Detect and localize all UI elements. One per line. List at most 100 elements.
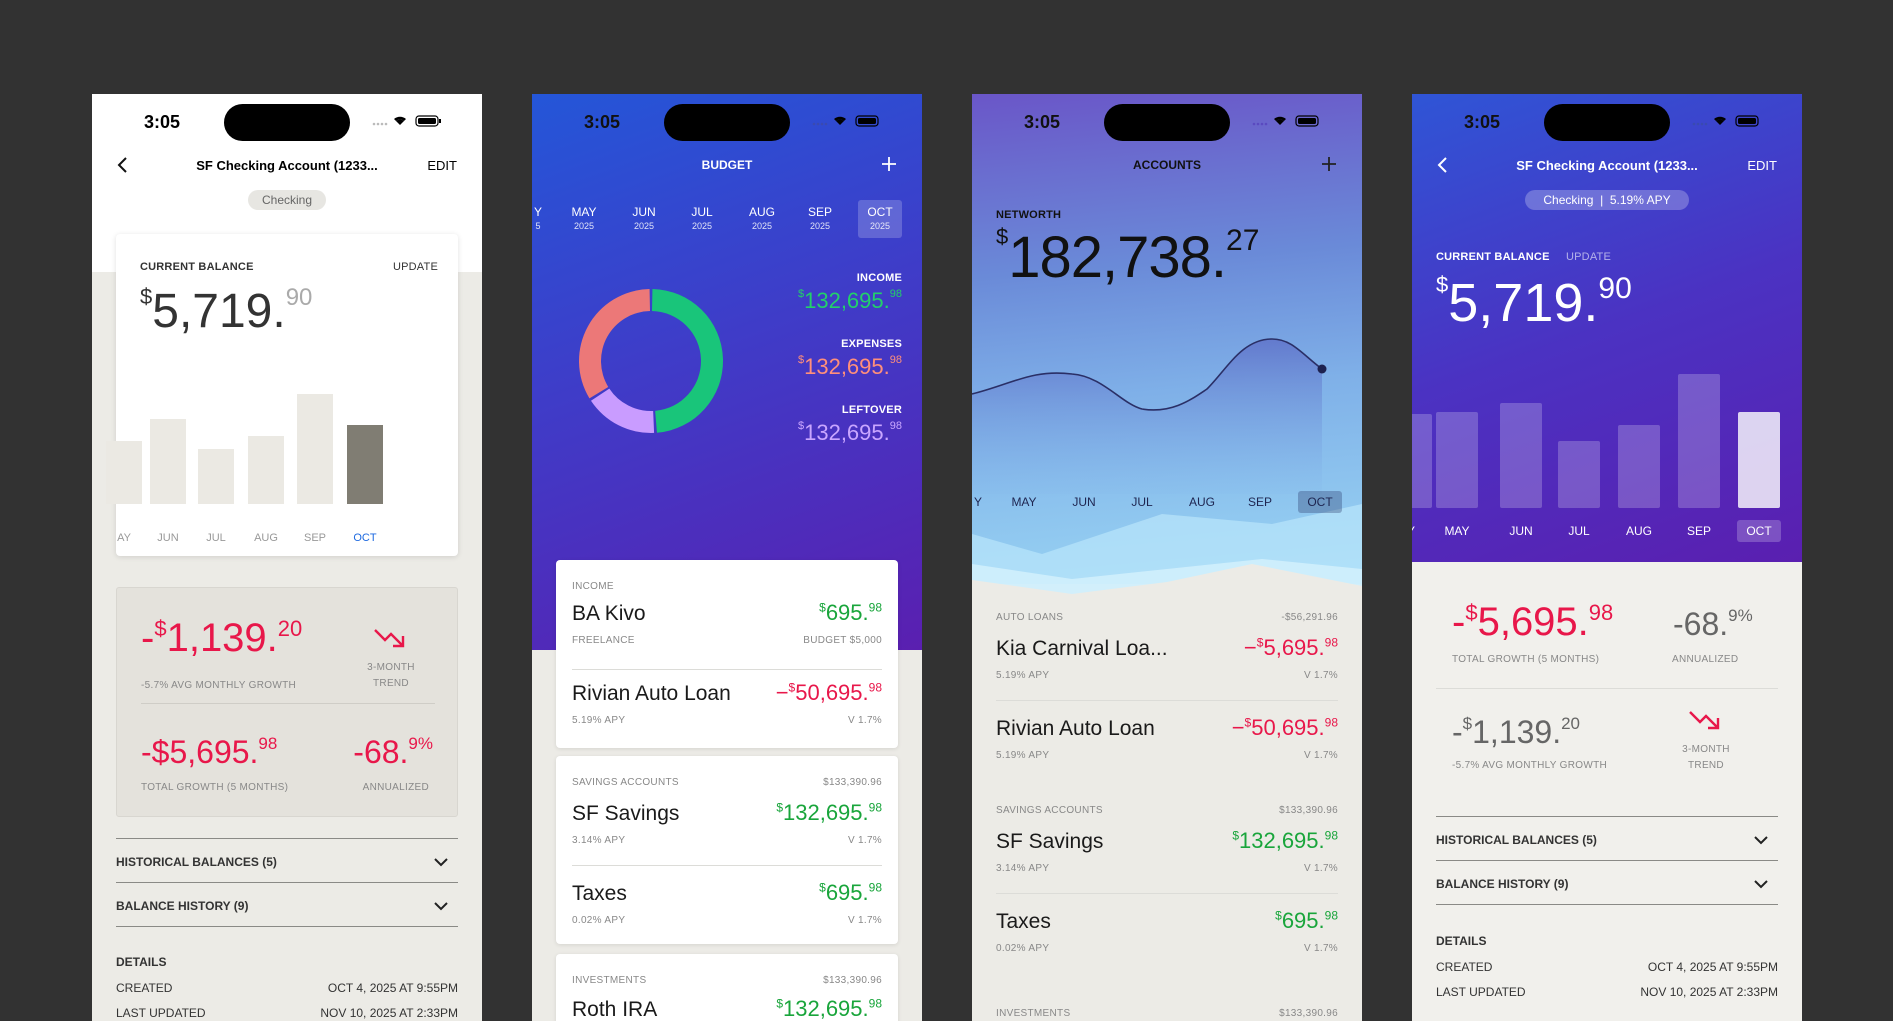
update-button[interactable]: UPDATE — [1566, 251, 1611, 263]
row-title[interactable]: BA Kivo — [572, 602, 646, 626]
month-tab[interactable]: JUL — [1120, 491, 1164, 513]
status-icons — [1692, 115, 1759, 127]
checking-account-screen-dark: 3:05 SF Checking Account (1233... EDIT C… — [1412, 94, 1802, 1021]
balance-history-toggle[interactable]: BALANCE HISTORY (9) — [116, 899, 248, 913]
historical-balances-toggle[interactable]: HISTORICAL BALANCES (5) — [116, 855, 277, 869]
growth-panel: -$1,139.20 -5.7% AVG MONTHLY GROWTH 3-MO… — [116, 587, 458, 817]
month-tab[interactable]: SEP — [1238, 491, 1282, 513]
income-slice[interactable] — [651, 289, 723, 433]
balance-bar[interactable] — [248, 436, 284, 504]
edit-button[interactable]: EDIT — [427, 158, 457, 173]
row-title[interactable]: Rivian Auto Loan — [572, 682, 731, 706]
account-type-chip: Checking — [248, 190, 326, 210]
page-title: SF Checking Account (1233... — [196, 158, 378, 173]
chevron-down-icon[interactable] — [434, 855, 448, 869]
edit-button[interactable]: EDIT — [1747, 158, 1777, 173]
month-name: SEP — [807, 205, 832, 219]
row-amount: $132,695.98 — [776, 800, 882, 825]
month-tab[interactable]: Y — [972, 491, 1000, 513]
card-total: $133,390.96 — [823, 975, 882, 986]
savings-card: SAVINGS ACCOUNTS $133,390.96 SF Savings … — [556, 756, 898, 944]
month-tab[interactable]: AUG — [1180, 491, 1224, 513]
month-label[interactable]: MAY — [1435, 520, 1479, 542]
balance-history-toggle[interactable]: BALANCE HISTORY (9) — [1436, 877, 1568, 891]
balance-bar[interactable] — [1738, 412, 1780, 508]
divider — [1436, 904, 1778, 905]
expenses-slice[interactable] — [579, 289, 651, 399]
chevron-down-icon[interactable] — [1754, 877, 1768, 891]
row-meta: V 1.7% — [847, 715, 882, 726]
row-title[interactable]: Rivian Auto Loan — [996, 717, 1155, 741]
chevron-down-icon[interactable] — [434, 899, 448, 913]
month-tab[interactable]: JUN 2025 — [622, 200, 666, 238]
month-label[interactable]: JUN — [1499, 520, 1543, 542]
divider — [572, 865, 882, 866]
leftover-slice[interactable] — [590, 388, 655, 433]
month-tab[interactable]: OCT 2025 — [858, 200, 902, 238]
row-title[interactable]: Taxes — [572, 882, 627, 906]
month-tab[interactable]: OCT — [1298, 491, 1342, 513]
month-label[interactable]: SEP — [1677, 520, 1721, 542]
last-updated-label: LAST UPDATED — [116, 1006, 206, 1020]
balance-bar[interactable] — [1558, 441, 1600, 508]
month-tab[interactable]: AUG 2025 — [740, 200, 784, 238]
row-title[interactable]: Taxes — [996, 910, 1051, 934]
status-icons — [1252, 115, 1319, 127]
month-label[interactable]: OCT — [345, 532, 385, 544]
month-name: MAY — [571, 205, 597, 219]
month-label[interactable]: JUL — [196, 532, 236, 544]
month-label[interactable]: JUL — [1557, 520, 1601, 542]
investments-card: INVESTMENTS $133,390.96 Roth IRA $132,69… — [556, 954, 898, 1021]
month-selector: Y 5 MAY 2025 JUN 2025 JUL 2025 AUG 2025 SEP 2025 OCT… — [532, 200, 922, 240]
month-label[interactable]: Y — [1412, 520, 1433, 542]
row-title[interactable]: Kia Carnival Loa... — [996, 637, 1168, 661]
balance-bar[interactable] — [347, 425, 383, 504]
month-tab[interactable]: JUN — [1062, 491, 1106, 513]
created-value: OCT 4, 2025 AT 9:55PM — [1647, 960, 1778, 974]
balance-bar[interactable] — [1436, 412, 1478, 508]
expenses-summary: EXPENSES $132,695.98 — [798, 338, 902, 380]
section-header: INVESTMENTS — [996, 1008, 1071, 1019]
monthly-growth-value: -$1,139.20 — [1452, 714, 1581, 750]
month-label[interactable]: SEP — [295, 532, 335, 544]
add-icon[interactable] — [1321, 156, 1337, 172]
divider — [141, 703, 435, 704]
month-label[interactable]: AUG — [246, 532, 286, 544]
month-label[interactable]: AY — [104, 532, 144, 544]
balance-bar[interactable] — [1678, 374, 1720, 508]
month-tab[interactable]: Y5 — [532, 200, 560, 238]
update-button[interactable]: UPDATE — [393, 261, 438, 273]
section-total: $133,390.96 — [1279, 1008, 1338, 1019]
status-icons — [372, 115, 441, 127]
row-amount: −$50,695.98 — [1231, 715, 1338, 740]
annualized-label: ANNUALIZED — [1672, 654, 1739, 665]
month-tab[interactable]: JUL 2025 — [680, 200, 724, 238]
balance-bar[interactable] — [1618, 425, 1660, 508]
month-label[interactable]: OCT — [1737, 520, 1781, 542]
month-label[interactable]: JUN — [148, 532, 188, 544]
row-title[interactable]: SF Savings — [996, 830, 1103, 854]
networth-label: NETWORTH — [996, 209, 1062, 221]
income-value: $132,695.98 — [797, 288, 902, 313]
month-tab[interactable]: MAY — [1002, 491, 1046, 513]
balance-bar[interactable] — [198, 449, 234, 504]
balance-bar[interactable] — [150, 419, 186, 504]
status-bar: 3:05 — [1412, 94, 1802, 150]
month-tab[interactable]: SEP 2025 — [798, 200, 842, 238]
row-title[interactable]: Roth IRA — [572, 998, 657, 1021]
income-card: INCOME BA Kivo FREELANCE $695.98 BUDGET … — [556, 560, 898, 748]
balance-bar[interactable] — [297, 394, 333, 504]
row-subtitle: 5.19% APY — [996, 750, 1050, 761]
balance-bar[interactable] — [1412, 414, 1432, 508]
month-year: 2025 — [633, 221, 655, 231]
historical-balances-toggle[interactable]: HISTORICAL BALANCES (5) — [1436, 833, 1597, 847]
balance-bar[interactable] — [1500, 403, 1542, 508]
add-icon[interactable] — [881, 156, 897, 172]
row-title[interactable]: SF Savings — [572, 802, 679, 826]
divider — [1436, 688, 1778, 689]
balance-bar[interactable] — [106, 441, 142, 504]
chevron-down-icon[interactable] — [1754, 833, 1768, 847]
month-label[interactable]: AUG — [1617, 520, 1661, 542]
month-year: 2025 — [869, 221, 891, 231]
month-tab[interactable]: MAY 2025 — [562, 200, 606, 238]
